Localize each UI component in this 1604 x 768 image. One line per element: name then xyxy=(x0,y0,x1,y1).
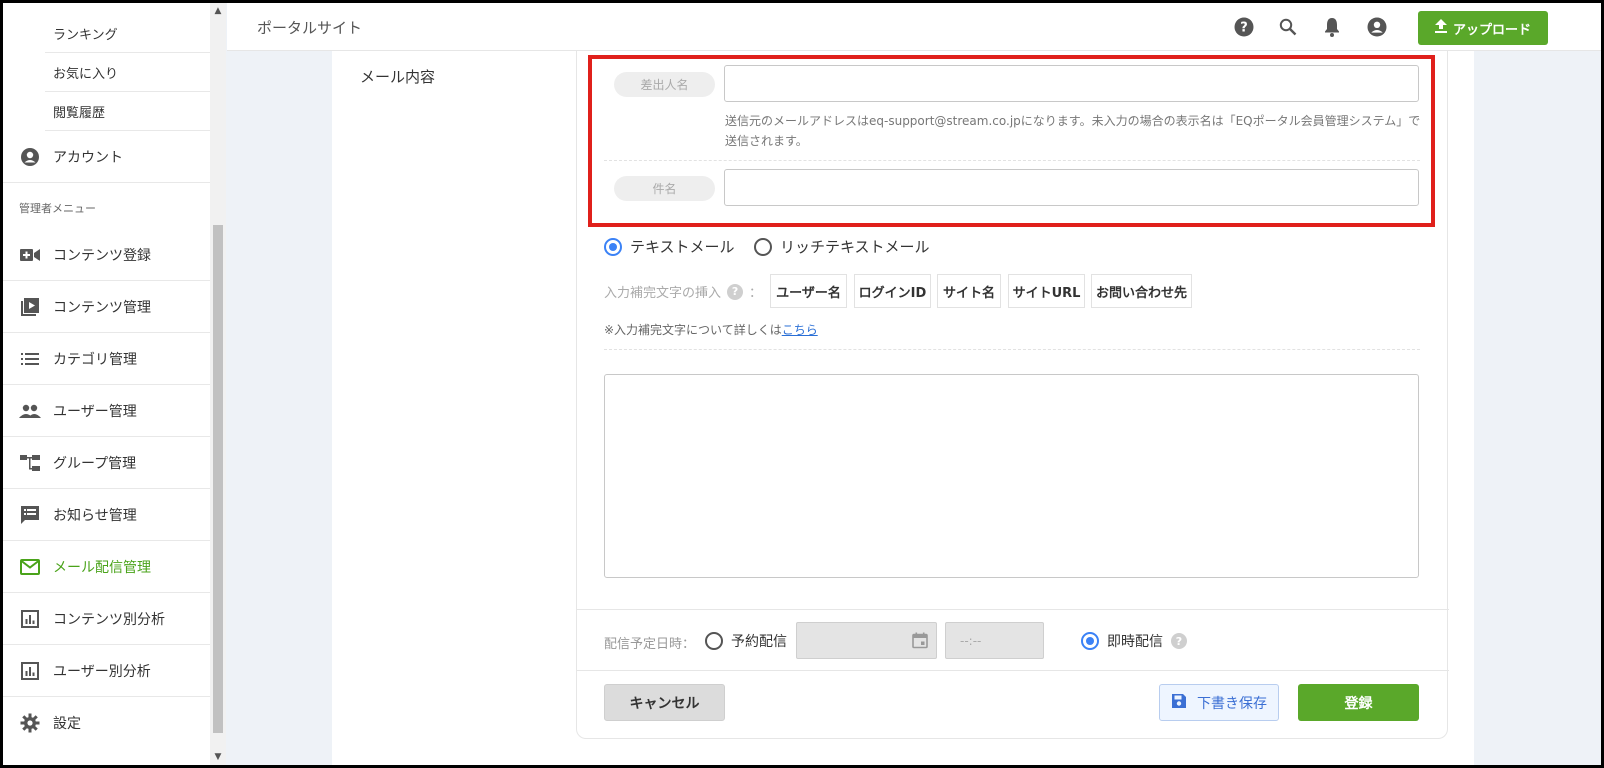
radio-selected-icon xyxy=(604,237,622,256)
sidebar-item-label: ランキング xyxy=(53,27,118,43)
radio-unselected-icon xyxy=(705,632,723,650)
insert-chip-login-id[interactable]: ログインID xyxy=(854,274,931,308)
sidebar-item-content-analysis[interactable]: コンテンツ別分析 xyxy=(3,593,210,645)
insert-chip-contact[interactable]: お問い合わせ先 xyxy=(1091,274,1192,308)
sidebar-item-mail[interactable]: メール配信管理 xyxy=(3,541,210,593)
note-link[interactable]: こちら xyxy=(782,323,818,337)
sidebar-item-account[interactable]: アカウント xyxy=(3,131,210,183)
sidebar-item-content-register[interactable]: コンテンツ登録 xyxy=(3,229,210,281)
schedule-label: 配信予定日時： xyxy=(604,637,696,652)
top-header: ポータルサイト ? アップロード xyxy=(227,3,1601,51)
sidebar-item-content-manage[interactable]: コンテンツ管理 xyxy=(3,281,210,333)
note-text: ※入力補完文字について詳しくは xyxy=(604,323,782,337)
mail-body-textarea[interactable] xyxy=(604,374,1419,578)
user-account-icon[interactable] xyxy=(1366,16,1388,38)
help-icon[interactable]: ? xyxy=(727,283,744,300)
chart-icon xyxy=(19,660,41,682)
mail-content-label: メール内容 xyxy=(360,68,436,86)
playlist-icon xyxy=(19,296,41,318)
sidebar-scrollbar[interactable]: ▲ ▼ xyxy=(210,3,226,765)
submit-button[interactable]: 登録 xyxy=(1298,684,1419,721)
bell-icon[interactable] xyxy=(1321,16,1343,38)
mail-icon xyxy=(19,556,41,578)
hierarchy-icon xyxy=(19,452,41,474)
colon: ： xyxy=(749,286,763,301)
highlight-box xyxy=(588,55,1435,227)
radio-label: 即時配信 xyxy=(1107,634,1163,650)
sidebar-item-label: アカウント xyxy=(53,149,123,166)
radio-reserved[interactable]: 予約配信 xyxy=(705,631,787,651)
sidebar-item-label: お気に入り xyxy=(53,66,119,82)
radio-label: リッチテキストメール xyxy=(780,238,930,256)
sidebar-item-label: お知らせ管理 xyxy=(53,507,137,524)
save-icon xyxy=(1171,693,1187,713)
app-window: ランキング お気に入り 閲覧履歴 アカウント 管理者メニュー コンテンツ登録 コ… xyxy=(3,3,1601,765)
radio-label: テキストメール xyxy=(630,238,735,256)
sidebar-item-ranking[interactable]: ランキング xyxy=(45,14,210,53)
sidebar-item-history[interactable]: 閲覧履歴 xyxy=(45,92,210,131)
sidebar: ランキング お気に入り 閲覧履歴 アカウント 管理者メニュー コンテンツ登録 コ… xyxy=(3,3,226,765)
radio-selected-icon xyxy=(1081,632,1099,650)
account-icon xyxy=(19,146,41,168)
sidebar-item-label: 閲覧履歴 xyxy=(53,105,106,121)
upload-icon xyxy=(1434,19,1447,37)
date-input[interactable] xyxy=(796,622,937,659)
scrollbar-thumb[interactable] xyxy=(213,225,223,733)
sidebar-item-user-analysis[interactable]: ユーザー別分析 xyxy=(3,645,210,697)
help-icon[interactable]: ? xyxy=(1233,16,1255,38)
users-icon xyxy=(19,400,41,422)
insert-chip-site-url[interactable]: サイトURL xyxy=(1008,274,1085,308)
notice-icon xyxy=(19,504,41,526)
insert-label-text: 入力補完文字の挿入 xyxy=(604,286,722,301)
upload-button[interactable]: アップロード xyxy=(1418,11,1548,45)
time-input[interactable]: --:-- xyxy=(945,622,1044,659)
sidebar-item-settings[interactable]: 設定 xyxy=(3,697,210,749)
scroll-down-arrow-icon[interactable]: ▼ xyxy=(210,749,226,765)
radio-instant[interactable]: 即時配信 ? xyxy=(1081,631,1187,651)
radio-text-mail[interactable]: テキストメール xyxy=(604,236,735,257)
insert-completion-label: 入力補完文字の挿入 ? ： xyxy=(604,282,762,301)
radio-unselected-icon xyxy=(754,237,772,256)
insert-note: ※入力補完文字について詳しくはこちら xyxy=(604,321,818,338)
search-icon[interactable] xyxy=(1277,16,1299,38)
sidebar-item-label: 設定 xyxy=(53,716,81,732)
sidebar-item-label: コンテンツ別分析 xyxy=(53,611,165,628)
list-icon xyxy=(19,348,41,370)
insert-chip-site-name[interactable]: サイト名 xyxy=(937,274,1001,308)
upload-button-label: アップロード xyxy=(1452,22,1531,38)
sidebar-item-groups[interactable]: グループ管理 xyxy=(3,437,210,489)
sidebar-item-label: コンテンツ管理 xyxy=(53,299,151,316)
sidebar-item-label: グループ管理 xyxy=(53,455,137,472)
scroll-up-arrow-icon[interactable]: ▲ xyxy=(210,3,226,19)
radio-label: 予約配信 xyxy=(731,634,787,650)
sidebar-item-label: ユーザー管理 xyxy=(53,403,137,420)
sidebar-item-label: コンテンツ登録 xyxy=(53,247,151,264)
admin-menu-heading: 管理者メニュー xyxy=(19,202,96,215)
calendar-icon[interactable] xyxy=(912,632,928,653)
sidebar-item-category[interactable]: カテゴリ管理 xyxy=(3,333,210,385)
svg-text:?: ? xyxy=(1240,21,1248,36)
site-name[interactable]: ポータルサイト xyxy=(257,17,362,38)
sidebar-item-label: メール配信管理 xyxy=(53,559,151,576)
gear-icon xyxy=(19,712,41,734)
video-add-icon xyxy=(19,244,41,266)
sidebar-item-label: ユーザー別分析 xyxy=(53,663,151,680)
cancel-button[interactable]: キャンセル xyxy=(604,684,725,721)
help-icon[interactable]: ? xyxy=(1171,633,1187,649)
divider xyxy=(604,349,1420,350)
sidebar-item-notices[interactable]: お知らせ管理 xyxy=(3,489,210,541)
save-draft-button[interactable]: 下書き保存 xyxy=(1159,684,1279,721)
chart-icon xyxy=(19,608,41,630)
insert-chip-username[interactable]: ユーザー名 xyxy=(770,274,847,308)
sidebar-item-label: カテゴリ管理 xyxy=(53,351,137,368)
radio-rich-text-mail[interactable]: リッチテキストメール xyxy=(754,236,930,257)
sidebar-item-favorites[interactable]: お気に入り xyxy=(45,53,210,92)
save-draft-label: 下書き保存 xyxy=(1197,695,1267,712)
sidebar-item-users[interactable]: ユーザー管理 xyxy=(3,385,210,437)
